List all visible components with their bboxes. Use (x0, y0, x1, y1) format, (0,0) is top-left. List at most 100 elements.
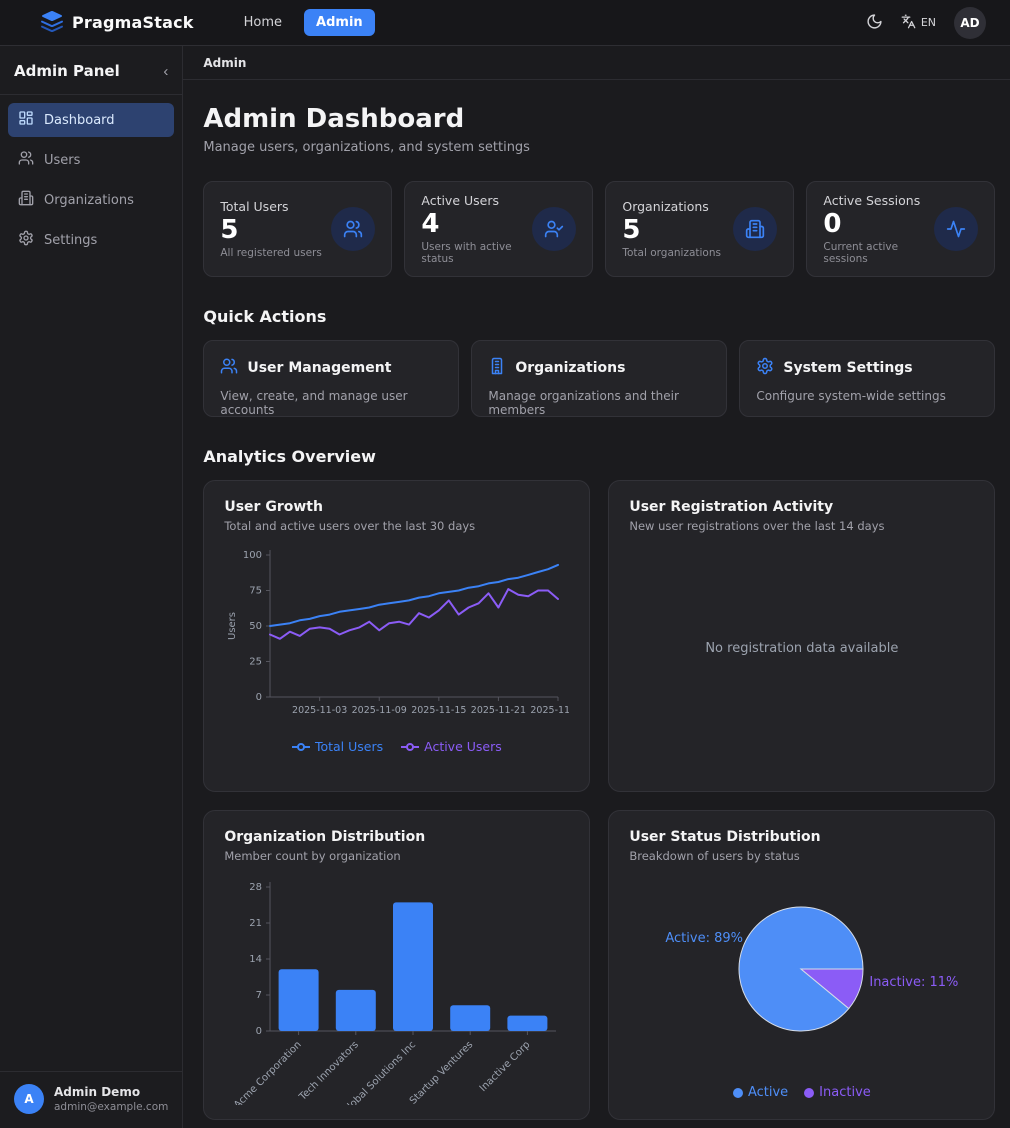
pie-chart-legend: Active Inactive (629, 1085, 974, 1100)
users-icon (331, 207, 375, 251)
legend-dot (733, 1088, 743, 1098)
empty-state-message: No registration data available (705, 641, 898, 656)
chart-title: User Status Distribution (629, 829, 974, 845)
legend-item-inactive: Inactive (804, 1085, 871, 1100)
svg-text:Users: Users (227, 612, 238, 640)
stats-row: Total Users 5 All registered users Activ… (203, 181, 995, 277)
language-label: EN (921, 16, 936, 29)
svg-text:0: 0 (256, 1026, 262, 1037)
nav-item-admin[interactable]: Admin (304, 9, 375, 36)
sidebar-title: Admin Panel (14, 62, 120, 80)
users-icon (220, 357, 238, 379)
legend-item-total-users: Total Users (292, 739, 383, 754)
org-distribution-card: Organization Distribution Member count b… (203, 810, 590, 1120)
svg-text:25: 25 (250, 657, 263, 668)
line-chart-legend: Total Users Active Users (224, 739, 569, 754)
sidebar-item-label: Dashboard (44, 113, 115, 128)
theme-toggle-button[interactable] (866, 13, 883, 33)
stat-value: 5 (622, 216, 721, 246)
sidebar-nav: Dashboard Users Organizations (0, 95, 182, 265)
svg-text:2025-11-09: 2025-11-09 (352, 705, 407, 716)
user-avatar[interactable]: AD (954, 7, 986, 39)
sidebar-item-settings[interactable]: Settings (8, 223, 174, 257)
quick-action-description: Configure system-wide settings (756, 389, 978, 403)
stat-card-active-users: Active Users 4 Users with active status (404, 181, 593, 277)
pie-label-active: Active: 89% (665, 931, 743, 946)
user-status-card: User Status Distribution Breakdown of us… (608, 810, 995, 1120)
registration-activity-card: User Registration Activity New user regi… (608, 480, 995, 792)
pie-svg (629, 867, 974, 1079)
chart-subtitle: Breakdown of users by status (629, 849, 974, 863)
svg-text:2025-11-21: 2025-11-21 (471, 705, 526, 716)
quick-actions-heading: Quick Actions (203, 307, 995, 326)
sidebar-item-label: Organizations (44, 193, 134, 208)
user-growth-line-chart: 0255075100Users2025-11-032025-11-092025-… (224, 545, 569, 727)
legend-label: Active (748, 1085, 788, 1100)
chart-title: User Growth (224, 499, 569, 515)
stat-description: Current active sessions (823, 241, 934, 265)
legend-dot (804, 1088, 814, 1098)
svg-text:100: 100 (243, 550, 262, 561)
legend-label: Total Users (315, 739, 383, 754)
pie-label-inactive: Inactive: 11% (869, 975, 958, 990)
top-navbar: PragmaStack Home Admin EN AD (0, 0, 1010, 46)
stat-value: 4 (421, 210, 532, 240)
sidebar-collapse-button[interactable]: ‹ (163, 64, 168, 79)
svg-text:2025-11-27: 2025-11-27 (531, 705, 570, 716)
quick-action-title: User Management (247, 360, 391, 376)
breadcrumb[interactable]: Admin (203, 56, 246, 70)
stat-label: Active Users (421, 193, 532, 208)
user-growth-card: User Growth Total and active users over … (203, 480, 590, 792)
chart-subtitle: Total and active users over the last 30 … (224, 519, 569, 533)
sidebar-item-label: Users (44, 153, 80, 168)
moon-icon (866, 13, 883, 33)
charts-grid: User Growth Total and active users over … (203, 480, 995, 1120)
legend-label: Active Users (424, 739, 502, 754)
sidebar-item-dashboard[interactable]: Dashboard (8, 103, 174, 137)
stat-description: Total organizations (622, 247, 721, 259)
stat-description: Users with active status (421, 241, 532, 265)
sidebar-item-label: Settings (44, 233, 97, 248)
language-switcher-button[interactable]: EN (901, 14, 936, 32)
svg-text:21: 21 (250, 918, 263, 929)
stat-card-organizations: Organizations 5 Total organizations (605, 181, 794, 277)
page-subtitle: Manage users, organizations, and system … (203, 140, 995, 155)
chart-title: User Registration Activity (629, 499, 974, 515)
svg-text:Tech Innovators: Tech Innovators (297, 1039, 361, 1103)
svg-text:7: 7 (256, 990, 262, 1001)
svg-text:Startup Ventures: Startup Ventures (408, 1039, 475, 1105)
chart-title: Organization Distribution (224, 829, 569, 845)
sidebar-user-avatar: A (14, 1084, 44, 1114)
users-icon (18, 150, 34, 170)
dashboard-icon (18, 110, 34, 130)
svg-text:50: 50 (250, 621, 263, 632)
sidebar-item-users[interactable]: Users (8, 143, 174, 177)
quick-action-description: View, create, and manage user accounts (220, 389, 442, 417)
sidebar-user-section[interactable]: A Admin Demo admin@example.com (0, 1071, 182, 1128)
legend-label: Inactive (819, 1085, 871, 1100)
building-icon (18, 190, 34, 210)
stat-card-total-users: Total Users 5 All registered users (203, 181, 392, 277)
stat-label: Total Users (220, 199, 321, 214)
legend-item-active: Active (733, 1085, 788, 1100)
brand[interactable]: PragmaStack (40, 9, 194, 37)
svg-text:2025-11-03: 2025-11-03 (292, 705, 347, 716)
stat-label: Active Sessions (823, 193, 934, 208)
quick-action-user-management[interactable]: User Management View, create, and manage… (203, 340, 459, 417)
brand-name: PragmaStack (72, 13, 194, 32)
svg-text:14: 14 (250, 954, 263, 965)
sidebar-item-organizations[interactable]: Organizations (8, 183, 174, 217)
legend-item-active-users: Active Users (401, 739, 502, 754)
quick-action-description: Manage organizations and their members (488, 389, 710, 417)
sidebar: Admin Panel ‹ Dashboard Users (0, 46, 183, 1128)
line-marker-icon (401, 742, 419, 752)
stat-label: Organizations (622, 199, 721, 214)
user-check-icon (532, 207, 576, 251)
quick-actions-row: User Management View, create, and manage… (203, 340, 995, 417)
activity-icon (934, 207, 978, 251)
line-marker-icon (292, 742, 310, 752)
nav-item-home[interactable]: Home (232, 9, 294, 36)
quick-action-system-settings[interactable]: System Settings Configure system-wide se… (739, 340, 995, 417)
sidebar-user-email: admin@example.com (54, 1101, 168, 1113)
quick-action-organizations[interactable]: Organizations Manage organizations and t… (471, 340, 727, 417)
